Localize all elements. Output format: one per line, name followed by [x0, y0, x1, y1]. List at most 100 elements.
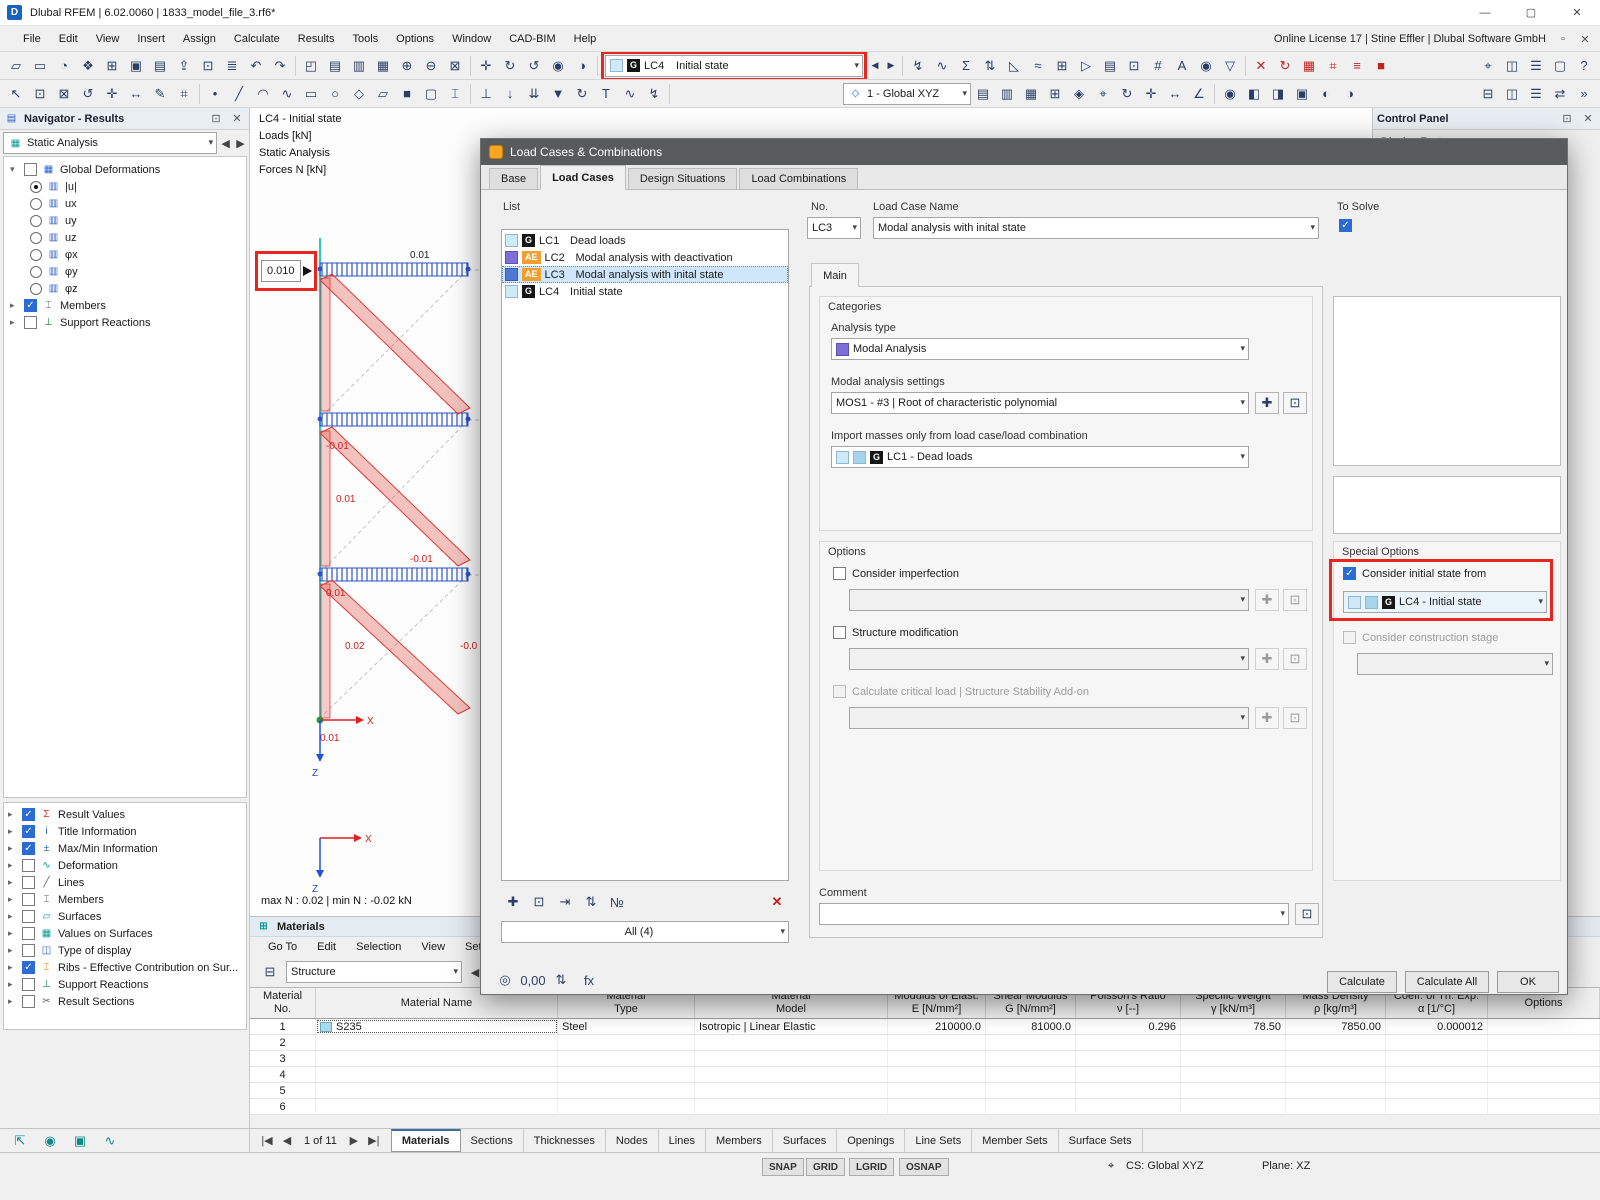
- export-icon[interactable]: ⇪: [172, 54, 196, 78]
- filter-all-combo[interactable]: All (4): [501, 921, 789, 943]
- member-diagrams-icon[interactable]: ◺: [1002, 54, 1026, 78]
- expand-icon[interactable]: [10, 300, 20, 311]
- snap-icon[interactable]: ◈: [1067, 82, 1091, 106]
- cell-specific-weight[interactable]: [1181, 1051, 1286, 1066]
- materials-menu-item[interactable]: Edit: [307, 936, 346, 958]
- cell-shear-g[interactable]: [986, 1051, 1076, 1066]
- table-tab[interactable]: Nodes: [606, 1129, 659, 1152]
- circle-icon[interactable]: ○: [323, 82, 347, 106]
- fe-mesh-icon[interactable]: ▦: [1297, 54, 1321, 78]
- to-solve-checkbox[interactable]: [1339, 219, 1352, 232]
- cell-options[interactable]: [1488, 1099, 1600, 1114]
- display-option[interactable]: ✂ Result Sections: [4, 993, 246, 1010]
- temperature-load-icon[interactable]: T: [594, 82, 618, 106]
- dialog-title-bar[interactable]: Load Cases & Combinations: [481, 139, 1567, 165]
- select-window-icon[interactable]: ⊡: [28, 82, 52, 106]
- new-window-icon[interactable]: ▢: [1548, 54, 1572, 78]
- calculate-button[interactable]: Calculate: [1327, 971, 1397, 993]
- sync-views-icon[interactable]: ⇄: [1548, 82, 1572, 106]
- dock-panels-icon[interactable]: ⊟: [1476, 82, 1500, 106]
- cell-modulus-e[interactable]: [888, 1067, 986, 1082]
- result-values-icon[interactable]: Σ: [954, 54, 978, 78]
- render-mode-icon[interactable]: ◑: [570, 54, 594, 78]
- cell-poisson[interactable]: [1076, 1035, 1181, 1050]
- renumber-load-cases-icon[interactable]: №: [605, 891, 629, 913]
- table-tab[interactable]: Lines: [659, 1129, 706, 1152]
- tree-item-deformation-component[interactable]: ▥ φz: [4, 280, 246, 297]
- component-radio[interactable]: [30, 266, 42, 278]
- filter-results-icon[interactable]: ▽: [1218, 54, 1242, 78]
- cell-modulus-e[interactable]: 210000.0: [888, 1019, 986, 1034]
- new-modal-settings-icon[interactable]: ✚: [1255, 392, 1279, 414]
- cell-specific-weight[interactable]: [1181, 1035, 1286, 1050]
- menu-item[interactable]: Window: [443, 28, 500, 50]
- expand-icon[interactable]: [8, 809, 18, 820]
- component-radio[interactable]: [30, 215, 42, 227]
- previous-view-icon[interactable]: ↺: [522, 54, 546, 78]
- expand-icon[interactable]: [8, 860, 18, 871]
- visibility-modes-icon[interactable]: ◉: [1218, 82, 1242, 106]
- consider-imperfection-row[interactable]: Consider imperfection: [833, 567, 959, 580]
- delete-results-icon[interactable]: ✕: [1249, 54, 1273, 78]
- table-tab[interactable]: Thicknesses: [524, 1129, 606, 1152]
- copy-comment-icon[interactable]: ⊡: [1295, 903, 1319, 925]
- cell-shear-g[interactable]: [986, 1067, 1076, 1082]
- menu-item[interactable]: Tools: [343, 28, 387, 50]
- option-checkbox[interactable]: [22, 825, 35, 838]
- minimize-icon[interactable]: —: [1462, 0, 1508, 26]
- delete-load-case-icon[interactable]: ✕: [765, 891, 789, 913]
- menubar-close-icon[interactable]: ✕: [1574, 29, 1596, 49]
- cell-shear-g[interactable]: [986, 1099, 1076, 1114]
- load-case-item[interactable]: G LC4 Initial state: [502, 283, 788, 300]
- calculate-all-button[interactable]: Calculate All: [1405, 971, 1489, 993]
- option-checkbox[interactable]: [22, 910, 35, 923]
- cell-material-name[interactable]: [316, 1067, 558, 1082]
- cell-material-name[interactable]: [316, 1035, 558, 1050]
- cell-shear-g[interactable]: [986, 1035, 1076, 1050]
- zoom-dialog-icon[interactable]: ◎: [493, 969, 517, 991]
- expand-icon[interactable]: [8, 962, 18, 973]
- load-case-item[interactable]: AE LC3 Modal analysis with inital state: [502, 266, 788, 283]
- tree-item-global-deformations[interactable]: ▦ Global Deformations: [4, 161, 246, 178]
- cell-specific-weight[interactable]: [1181, 1083, 1286, 1098]
- cell-options[interactable]: [1488, 1051, 1600, 1066]
- cell-material-type[interactable]: [558, 1035, 695, 1050]
- cell-specific-weight[interactable]: 78.50: [1181, 1019, 1286, 1034]
- table-row[interactable]: 3: [250, 1051, 1600, 1067]
- tree-item-deformation-component[interactable]: ▥ uy: [4, 212, 246, 229]
- column-header[interactable]: Material No.: [250, 988, 316, 1018]
- component-radio[interactable]: [30, 249, 42, 261]
- member-load-icon[interactable]: ⇊: [522, 82, 546, 106]
- table-row[interactable]: 5: [250, 1083, 1600, 1099]
- cell-thermal-exp[interactable]: [1386, 1099, 1488, 1114]
- next-table-icon[interactable]: ▶: [345, 1132, 363, 1150]
- isolate-selection-icon[interactable]: ◧: [1242, 82, 1266, 106]
- cell-mass-density[interactable]: [1286, 1067, 1386, 1082]
- load-generator-icon[interactable]: ↯: [642, 82, 666, 106]
- cell-modulus-e[interactable]: [888, 1051, 986, 1066]
- display-option[interactable]: ◫ Type of display: [4, 942, 246, 959]
- expand-icon[interactable]: [8, 996, 18, 1007]
- float-pan-icon[interactable]: ▫: [1552, 29, 1574, 49]
- window-list-icon[interactable]: ☰: [1524, 54, 1548, 78]
- cell-material-name[interactable]: [316, 1051, 558, 1066]
- cell-modulus-e[interactable]: [888, 1035, 986, 1050]
- component-radio[interactable]: [30, 181, 42, 193]
- workplane-xy-icon[interactable]: ▤: [971, 82, 995, 106]
- new-load-case-icon[interactable]: ✚: [501, 891, 525, 913]
- cell-mass-density[interactable]: 7850.00: [1286, 1019, 1386, 1034]
- load-case-name-combo[interactable]: Modal analysis with inital state: [873, 217, 1319, 239]
- display-option[interactable]: ⌶ Ribs - Effective Contribution on Sur..…: [4, 959, 246, 976]
- cell-material-model[interactable]: [695, 1051, 888, 1066]
- display-option[interactable]: ∿ Deformation: [4, 857, 246, 874]
- render-solid-icon[interactable]: ◐: [1314, 82, 1338, 106]
- option-checkbox[interactable]: [22, 893, 35, 906]
- display-option[interactable]: ▱ Surfaces: [4, 908, 246, 925]
- origin-icon[interactable]: ⌖: [1091, 82, 1115, 106]
- cell-material-model[interactable]: [695, 1083, 888, 1098]
- cell-poisson[interactable]: 0.296: [1076, 1019, 1181, 1034]
- dialog-tab[interactable]: Load Combinations: [739, 168, 858, 189]
- deformation-scale-icon[interactable]: ⇅: [978, 54, 1002, 78]
- opening-icon[interactable]: ▢: [419, 82, 443, 106]
- tree-item-deformation-component[interactable]: ▥ |u|: [4, 178, 246, 195]
